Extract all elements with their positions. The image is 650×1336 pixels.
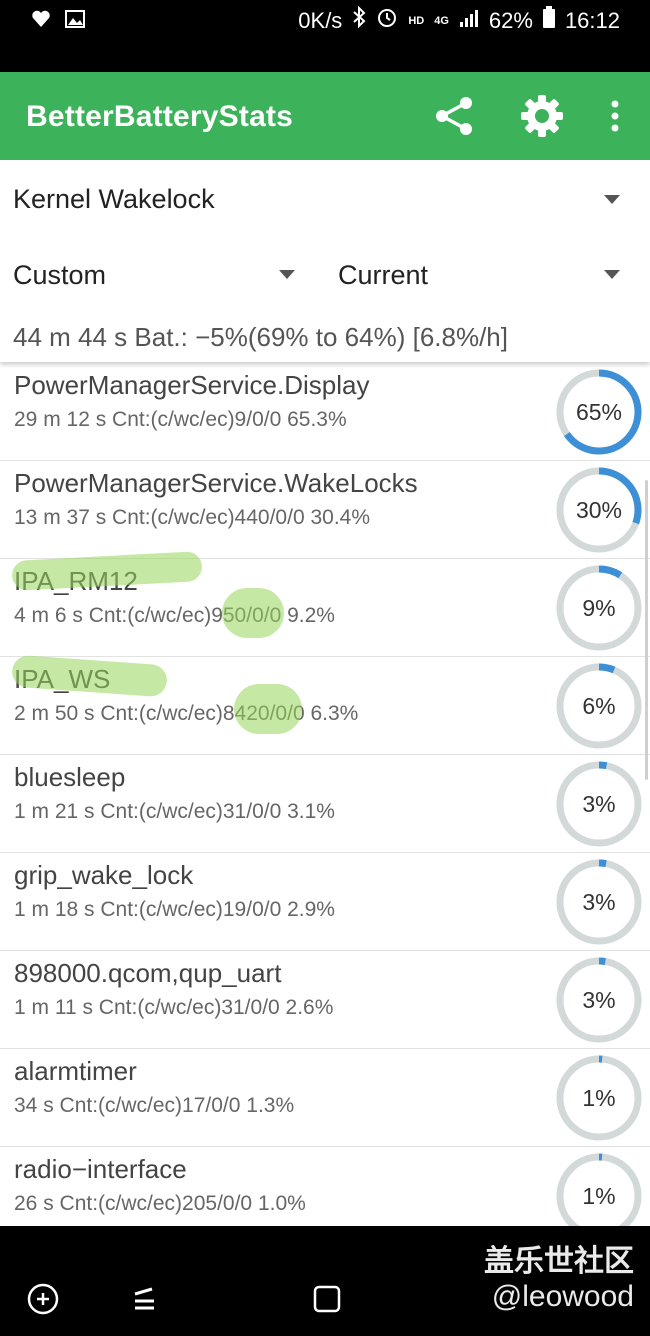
battery-icon [542,6,555,35]
wakelock-row[interactable]: radio−interface 26 s Cnt:(c/wc/ec)205/0/0… [0,1146,650,1226]
wakelock-row[interactable]: alarmtimer 34 s Cnt:(c/wc/ec)17/0/0 1.3% 1… [0,1048,650,1147]
wakelock-detail: 4 m 6 s Cnt:(c/wc/ec)950/0/0 9.2% [14,604,335,627]
network-type: 4G [434,14,449,27]
percent-label: 3% [582,889,616,915]
wakelock-row[interactable]: PowerManagerService.Display 29 m 12 s Cnt… [0,362,650,461]
overflow-menu-icon[interactable] [590,90,640,142]
wakelock-detail: 34 s Cnt:(c/wc/ec)17/0/0 1.3% [14,1094,295,1117]
home-icon[interactable] [312,1284,342,1319]
watermark-community: 盖乐世社区 [484,1245,634,1278]
reference-to-label: Current [338,260,429,290]
wakelock-name: PowerManagerService.Display [14,370,370,400]
reference-from-label: Custom [13,260,107,290]
percent-label: 1% [582,1085,616,1111]
percent-label: 6% [582,693,616,719]
alarm-icon [376,6,398,35]
status-bar: 0K/s HD 4G 62% 16:12 [0,0,650,72]
signal-icon [459,7,479,35]
reference-to-spinner[interactable]: Current [325,240,650,310]
network-speed: 0K/s [298,7,343,33]
chevron-down-icon [604,270,620,279]
wakelock-name: 898000.qcom,qup_uart [14,958,282,988]
wakelock-name: grip_wake_lock [14,860,194,890]
wakelock-detail: 29 m 12 s Cnt:(c/wc/ec)9/0/0 65.3% [14,408,347,431]
chevron-down-icon [604,195,620,204]
wakelock-name: PowerManagerService.WakeLocks [14,468,418,498]
notification-heart-icon [30,8,52,35]
watermark-author: @leowood [491,1280,634,1313]
chevron-down-icon [279,270,295,279]
highlighter-mark [222,588,284,638]
percent-label: 65% [575,399,623,425]
wakelock-detail: 1 m 11 s Cnt:(c/wc/ec)31/0/0 2.6% [14,996,334,1019]
filter-panel: Kernel Wakelock Custom Current 44 m 44 s… [0,160,650,362]
game-launcher-icon[interactable] [26,1282,60,1321]
wakelock-name: alarmtimer [14,1056,137,1086]
percent-label: 30% [575,497,623,523]
hd-voice-badge: HD [408,14,425,27]
battery-summary: 44 m 44 s Bat.: −5%(69% to 64%) [6.8%/h] [13,322,508,352]
percent-label: 1% [582,1183,616,1209]
settings-icon[interactable] [516,90,568,142]
percent-label: 3% [582,987,616,1013]
wakelock-row[interactable]: 898000.qcom,qup_uart 1 m 11 s Cnt:(c/wc/e… [0,950,650,1049]
wakelock-name: bluesleep [14,762,126,792]
app-bar: BetterBatteryStats [0,72,650,160]
stat-type-label: Kernel Wakelock [13,184,215,214]
wakelock-detail: 1 m 21 s Cnt:(c/wc/ec)31/0/0 3.1% [14,800,335,823]
wakelock-detail: 2 m 50 s Cnt:(c/wc/ec)8420/0/0 6.3% [14,702,359,725]
highlighter-mark [234,684,302,734]
wakelock-detail: 13 m 37 s Cnt:(c/wc/ec)440/0/0 30.4% [14,506,371,529]
recents-icon[interactable] [130,1284,160,1319]
wakelock-row[interactable]: bluesleep 1 m 21 s Cnt:(c/wc/ec)31/0/0 3.… [0,754,650,853]
percent-label: 3% [582,791,616,817]
wakelock-detail: 26 s Cnt:(c/wc/ec)205/0/0 1.0% [14,1192,306,1215]
app-title: BetterBatteryStats [26,100,294,133]
share-icon[interactable] [428,90,480,142]
reference-from-spinner[interactable]: Custom [0,240,310,310]
wakelock-row[interactable]: PowerManagerService.WakeLocks 13 m 37 s C… [0,460,650,559]
stat-type-spinner[interactable]: Kernel Wakelock [0,160,650,236]
notification-image-icon [64,8,86,35]
battery-percent: 62% [488,7,533,33]
bluetooth-icon [352,5,366,35]
scrollbar[interactable] [645,480,648,780]
wakelock-row[interactable]: grip_wake_lock 1 m 18 s Cnt:(c/wc/ec)19/0… [0,852,650,951]
wakelock-name: radio−interface [14,1154,187,1184]
wakelock-list[interactable]: radio−interface 26 s Cnt:(c/wc/ec)205/0/0… [0,362,650,1226]
clock: 16:12 [564,7,620,33]
navigation-bar: 盖乐世社区 @leowood [0,1226,650,1336]
wakelock-detail: 1 m 18 s Cnt:(c/wc/ec)19/0/0 2.9% [14,898,335,921]
percent-label: 9% [582,595,616,621]
